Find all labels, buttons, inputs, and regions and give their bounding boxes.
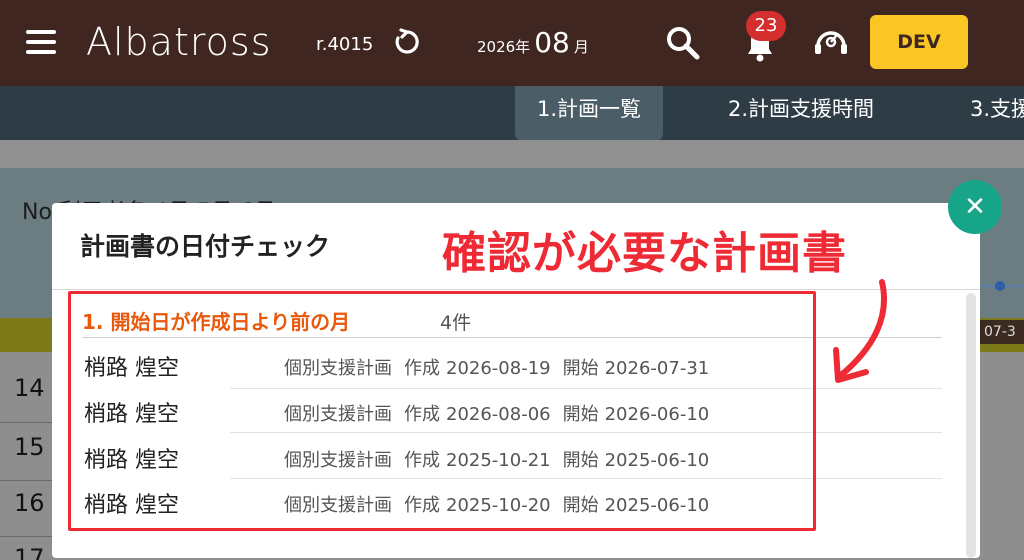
notification-badge: 23 [746,11,786,41]
close-button[interactable]: ✕ [948,180,1002,234]
tab-plan-support-time[interactable]: 2.計画支援時間 [728,86,874,140]
refresh-icon[interactable] [392,27,422,57]
app-logo: Albatross [86,20,272,64]
annotation-callout: 確認が必要な計画書 [442,228,847,279]
background-row-number: 16 [14,489,45,517]
background-row-number: 17 [14,544,45,560]
close-icon: ✕ [964,192,986,222]
tab-plan-list[interactable]: 1.計画一覧 [515,86,664,140]
date-month: 08 [534,26,570,59]
dev-environment-button[interactable]: DEV [870,15,968,69]
annotation-highlight-box [68,291,816,531]
background-row-number: 15 [14,433,45,461]
revision-label: r.4015 [316,34,374,55]
tab-support[interactable]: 3.支援 [970,86,1024,140]
background-divider [0,536,56,537]
menu-icon[interactable] [26,30,56,54]
background-divider [0,422,56,423]
background-strip [0,140,1024,168]
current-month[interactable]: 2026年 08 月 [477,26,589,59]
date-unit: 月 [573,38,589,56]
app-header: Albatross r.4015 2026年 08 月 23 DEV [0,0,1024,86]
dialog-scrollbar[interactable] [966,293,976,558]
dialog-title: 計画書の日付チェック [80,232,331,261]
tab-bar: 1.計画一覧 2.計画支援時間 3.支援 [0,86,1024,140]
date-year: 2026年 [477,38,531,56]
background-divider [0,480,56,481]
headset-icon[interactable] [812,24,850,58]
search-icon[interactable] [664,24,702,62]
timeline-dot [995,281,1005,291]
background-row-number: 14 [14,374,45,402]
background-date-chip: 07-3 [978,320,1024,344]
annotation-arrow-icon [833,279,888,383]
